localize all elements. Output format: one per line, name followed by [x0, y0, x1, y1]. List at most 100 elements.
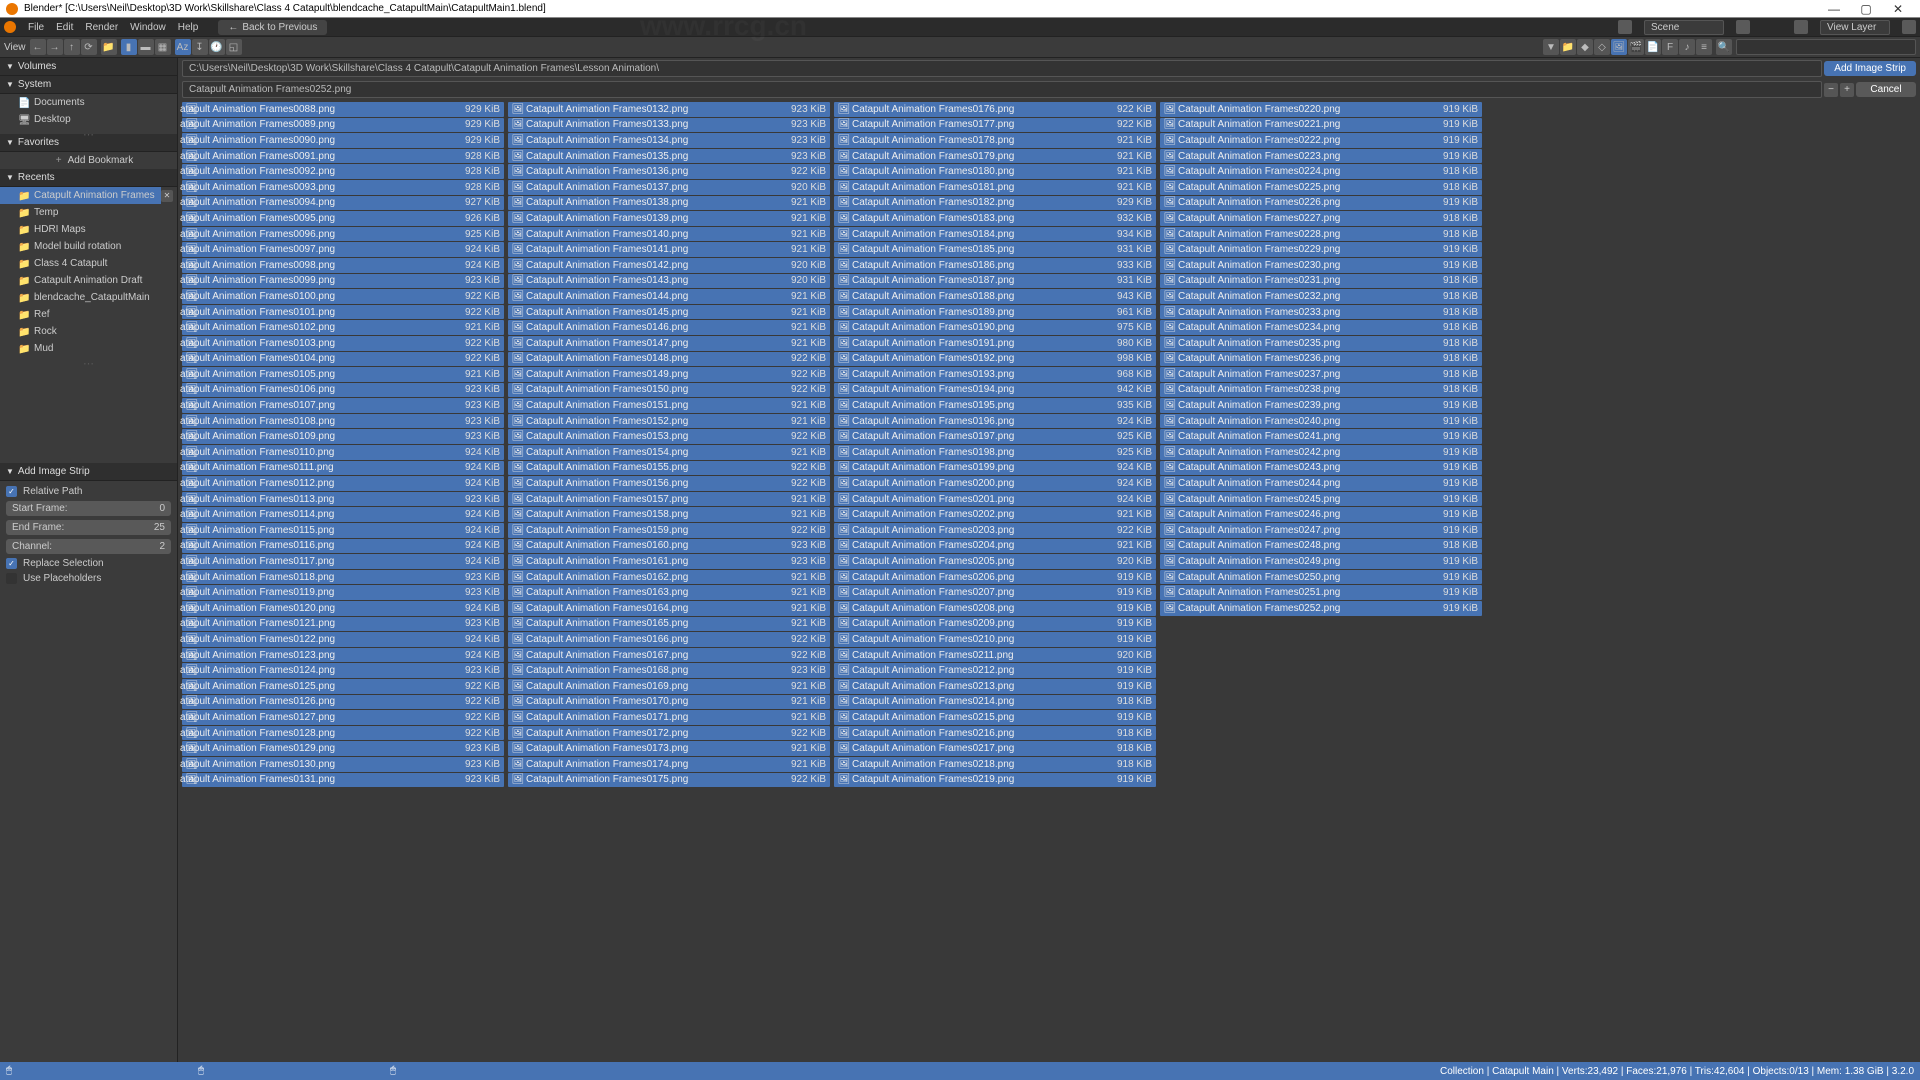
- file-item[interactable]: 🖼Catapult Animation Frames0202.png921 Ki…: [834, 507, 1156, 522]
- file-item[interactable]: 🖼Catapult Animation Frames0206.png919 Ki…: [834, 570, 1156, 585]
- sort-size-icon[interactable]: ◱: [226, 39, 242, 55]
- replace-selection-checkbox[interactable]: ✓: [6, 558, 17, 569]
- file-item[interactable]: 🖼Catapult Animation Frames0172.png922 Ki…: [508, 726, 830, 741]
- search-input[interactable]: [1736, 39, 1916, 55]
- file-item[interactable]: 🖼atapult Animation Frames0096.png925 KiB: [182, 227, 504, 242]
- file-item[interactable]: 🖼Catapult Animation Frames0160.png923 Ki…: [508, 539, 830, 554]
- add-bookmark-button[interactable]: +Add Bookmark: [0, 152, 177, 169]
- file-item[interactable]: 🖼Catapult Animation Frames0236.png918 Ki…: [1160, 352, 1482, 367]
- start-frame-field[interactable]: Start Frame:0: [6, 501, 171, 516]
- new-viewlayer-icon[interactable]: [1902, 20, 1916, 34]
- file-item[interactable]: 🖼Catapult Animation Frames0184.png934 Ki…: [834, 227, 1156, 242]
- sort-ext-icon[interactable]: ↧: [192, 39, 208, 55]
- file-item[interactable]: 🖼atapult Animation Frames0091.png928 KiB: [182, 149, 504, 164]
- file-item[interactable]: 🖼Catapult Animation Frames0235.png918 Ki…: [1160, 336, 1482, 351]
- file-item[interactable]: 🖼Catapult Animation Frames0167.png922 Ki…: [508, 648, 830, 663]
- close-button[interactable]: ✕: [1882, 1, 1914, 17]
- file-item[interactable]: 🖼Catapult Animation Frames0239.png919 Ki…: [1160, 398, 1482, 413]
- menu-render[interactable]: Render: [85, 22, 118, 33]
- file-item[interactable]: 🖼Catapult Animation Frames0192.png998 Ki…: [834, 352, 1156, 367]
- file-item[interactable]: 🖼Catapult Animation Frames0162.png921 Ki…: [508, 570, 830, 585]
- file-item[interactable]: 🖼Catapult Animation Frames0215.png919 Ki…: [834, 710, 1156, 725]
- filter-script-icon[interactable]: 📄: [1645, 39, 1661, 55]
- remove-recent-button[interactable]: ✕: [161, 190, 173, 202]
- volumes-header[interactable]: ▼Volumes: [0, 58, 177, 76]
- recent-item[interactable]: 📁HDRI Maps: [0, 221, 173, 238]
- file-item[interactable]: 🖼Catapult Animation Frames0240.png919 Ki…: [1160, 414, 1482, 429]
- file-item[interactable]: 🖼atapult Animation Frames0124.png923 KiB: [182, 663, 504, 678]
- recent-item[interactable]: 📁Temp: [0, 204, 173, 221]
- sort-time-icon[interactable]: 🕐: [209, 39, 225, 55]
- file-item[interactable]: 🖼atapult Animation Frames0093.png928 KiB: [182, 180, 504, 195]
- file-item[interactable]: 🖼Catapult Animation Frames0141.png921 Ki…: [508, 242, 830, 257]
- file-item[interactable]: 🖼Catapult Animation Frames0132.png923 Ki…: [508, 102, 830, 117]
- recent-item[interactable]: 📁Catapult Animation Draft: [0, 272, 173, 289]
- file-item[interactable]: 🖼Catapult Animation Frames0200.png924 Ki…: [834, 476, 1156, 491]
- file-item[interactable]: 🖼Catapult Animation Frames0204.png921 Ki…: [834, 539, 1156, 554]
- menu-edit[interactable]: Edit: [56, 22, 73, 33]
- file-item[interactable]: 🖼Catapult Animation Frames0176.png922 Ki…: [834, 102, 1156, 117]
- filter-blend-icon[interactable]: ◆: [1577, 39, 1593, 55]
- decrement-button[interactable]: −: [1824, 83, 1838, 97]
- filter-image-icon[interactable]: 🖼: [1611, 39, 1627, 55]
- refresh-button[interactable]: ⟳: [81, 39, 97, 55]
- file-item[interactable]: 🖼atapult Animation Frames0099.png923 KiB: [182, 274, 504, 289]
- list-horizontal-icon[interactable]: ▬: [138, 39, 154, 55]
- channel-field[interactable]: Channel:2: [6, 539, 171, 554]
- file-item[interactable]: 🖼Catapult Animation Frames0194.png942 Ki…: [834, 383, 1156, 398]
- new-scene-icon[interactable]: [1736, 20, 1750, 34]
- file-item[interactable]: 🖼Catapult Animation Frames0228.png918 Ki…: [1160, 227, 1482, 242]
- file-item[interactable]: 🖼Catapult Animation Frames0225.png918 Ki…: [1160, 180, 1482, 195]
- filter-folder-icon[interactable]: 📁: [1560, 39, 1576, 55]
- file-item[interactable]: 🖼Catapult Animation Frames0179.png921 Ki…: [834, 149, 1156, 164]
- file-item[interactable]: 🖼atapult Animation Frames0122.png924 KiB: [182, 632, 504, 647]
- file-item[interactable]: 🖼Catapult Animation Frames0209.png919 Ki…: [834, 617, 1156, 632]
- scene-field[interactable]: Scene: [1644, 20, 1724, 35]
- file-item[interactable]: 🖼Catapult Animation Frames0177.png922 Ki…: [834, 118, 1156, 133]
- file-item[interactable]: 🖼atapult Animation Frames0097.png924 KiB: [182, 242, 504, 257]
- menu-window[interactable]: Window: [130, 22, 166, 33]
- file-item[interactable]: 🖼atapult Animation Frames0112.png924 KiB: [182, 476, 504, 491]
- file-item[interactable]: 🖼Catapult Animation Frames0214.png918 Ki…: [834, 695, 1156, 710]
- filter-movie-icon[interactable]: 🎬: [1628, 39, 1644, 55]
- file-item[interactable]: 🖼atapult Animation Frames0101.png922 KiB: [182, 305, 504, 320]
- thumbnails-icon[interactable]: ▦: [155, 39, 171, 55]
- file-item[interactable]: 🖼atapult Animation Frames0114.png924 KiB: [182, 507, 504, 522]
- file-item[interactable]: 🖼Catapult Animation Frames0151.png921 Ki…: [508, 398, 830, 413]
- file-item[interactable]: 🖼atapult Animation Frames0117.png924 KiB: [182, 554, 504, 569]
- list-vertical-icon[interactable]: ▮: [121, 39, 137, 55]
- recents-header[interactable]: ▼Recents: [0, 169, 177, 187]
- recent-item[interactable]: 📁Mud: [0, 340, 173, 357]
- file-item[interactable]: 🖼Catapult Animation Frames0143.png920 Ki…: [508, 274, 830, 289]
- file-item[interactable]: 🖼atapult Animation Frames0103.png922 KiB: [182, 336, 504, 351]
- directory-path-input[interactable]: C:\Users\Neil\Desktop\3D Work\Skillshare…: [182, 60, 1822, 77]
- file-item[interactable]: 🖼Catapult Animation Frames0180.png921 Ki…: [834, 164, 1156, 179]
- nav-fwd-button[interactable]: →: [47, 39, 63, 55]
- file-item[interactable]: 🖼Catapult Animation Frames0193.png968 Ki…: [834, 367, 1156, 382]
- file-item[interactable]: 🖼Catapult Animation Frames0196.png924 Ki…: [834, 414, 1156, 429]
- file-item[interactable]: 🖼Catapult Animation Frames0242.png919 Ki…: [1160, 445, 1482, 460]
- file-item[interactable]: 🖼atapult Animation Frames0092.png928 KiB: [182, 164, 504, 179]
- file-item[interactable]: 🖼Catapult Animation Frames0171.png921 Ki…: [508, 710, 830, 725]
- file-item[interactable]: 🖼Catapult Animation Frames0210.png919 Ki…: [834, 632, 1156, 647]
- file-item[interactable]: 🖼Catapult Animation Frames0182.png929 Ki…: [834, 196, 1156, 211]
- file-item[interactable]: 🖼Catapult Animation Frames0174.png921 Ki…: [508, 757, 830, 772]
- file-item[interactable]: 🖼atapult Animation Frames0100.png922 KiB: [182, 289, 504, 304]
- file-item[interactable]: 🖼Catapult Animation Frames0208.png919 Ki…: [834, 601, 1156, 616]
- file-item[interactable]: 🖼atapult Animation Frames0111.png924 KiB: [182, 461, 504, 476]
- file-item[interactable]: 🖼Catapult Animation Frames0221.png919 Ki…: [1160, 118, 1482, 133]
- recent-item[interactable]: 📁Ref: [0, 306, 173, 323]
- nav-up-button[interactable]: ↑: [64, 39, 80, 55]
- file-item[interactable]: 🖼Catapult Animation Frames0222.png919 Ki…: [1160, 133, 1482, 148]
- file-item[interactable]: 🖼Catapult Animation Frames0168.png923 Ki…: [508, 663, 830, 678]
- file-item[interactable]: 🖼Catapult Animation Frames0188.png943 Ki…: [834, 289, 1156, 304]
- file-item[interactable]: 🖼Catapult Animation Frames0166.png922 Ki…: [508, 632, 830, 647]
- file-item[interactable]: 🖼atapult Animation Frames0109.png923 KiB: [182, 429, 504, 444]
- recent-item[interactable]: 📁Model build rotation: [0, 238, 173, 255]
- file-item[interactable]: 🖼atapult Animation Frames0131.png923 KiB: [182, 773, 504, 788]
- file-item[interactable]: 🖼Catapult Animation Frames0159.png922 Ki…: [508, 523, 830, 538]
- file-item[interactable]: 🖼Catapult Animation Frames0207.png919 Ki…: [834, 585, 1156, 600]
- system-header[interactable]: ▼System: [0, 76, 177, 94]
- file-item[interactable]: 🖼Catapult Animation Frames0249.png919 Ki…: [1160, 554, 1482, 569]
- file-item[interactable]: 🖼Catapult Animation Frames0220.png919 Ki…: [1160, 102, 1482, 117]
